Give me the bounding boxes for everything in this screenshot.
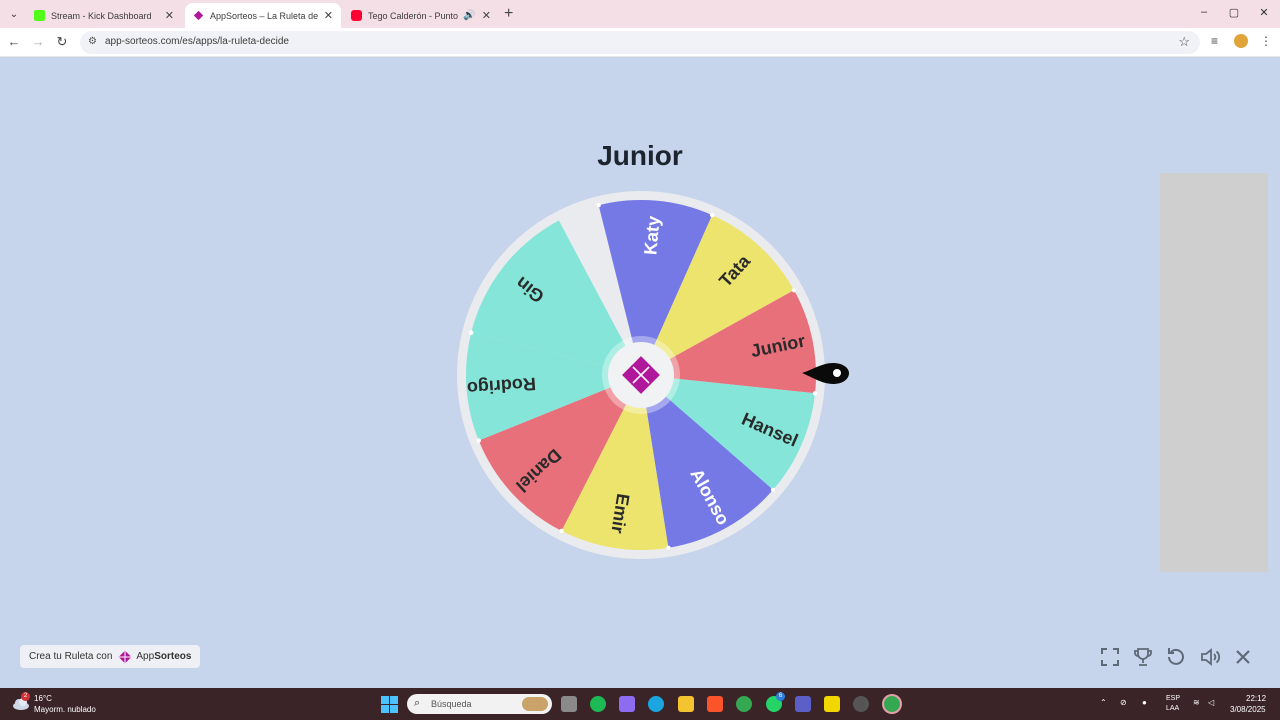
menu-dots-icon[interactable]: ⋮ bbox=[1260, 34, 1272, 48]
copilot-icon[interactable] bbox=[619, 696, 635, 712]
tab-close-icon[interactable]: ✕ bbox=[165, 9, 174, 22]
winner-name: Junior bbox=[597, 140, 683, 171]
chrome-active-icon[interactable] bbox=[884, 696, 900, 712]
wheel-peg bbox=[468, 330, 474, 335]
speaker-icon[interactable]: ◁ bbox=[1208, 698, 1214, 707]
clock-time[interactable]: 22:12 bbox=[1246, 694, 1266, 703]
wheel-pointer-dot bbox=[833, 369, 841, 377]
url-text[interactable]: app-sorteos.com/es/apps/la-ruleta-decide bbox=[105, 36, 289, 47]
search-placeholder: Búsqueda bbox=[431, 699, 472, 709]
chrome-icon[interactable] bbox=[736, 696, 752, 712]
maximize-button[interactable]: ▢ bbox=[1224, 6, 1244, 19]
network-off-icon[interactable]: ⊘ bbox=[1120, 698, 1127, 707]
wheel-peg bbox=[476, 438, 481, 443]
search-highlight-image bbox=[522, 697, 548, 711]
wheel-peg bbox=[559, 528, 564, 534]
create-wheel-promo[interactable]: Crea tu Ruleta con AppSorteos bbox=[20, 645, 201, 668]
wheel-peg bbox=[596, 202, 601, 208]
tab-title: Tego Calderón - Punto y Ap bbox=[368, 10, 459, 21]
windows-start-icon[interactable] bbox=[381, 696, 398, 713]
promo-brand: AppSorteos bbox=[136, 651, 192, 662]
tab-kick-dashboard[interactable]: Stream - Kick Dashboard ✕ bbox=[26, 3, 182, 28]
tab-search-dropdown-icon[interactable]: ⌄ bbox=[6, 6, 22, 22]
tab-title: AppSorteos – La Ruleta de la Su bbox=[210, 10, 318, 21]
task-view-icon[interactable] bbox=[561, 696, 577, 712]
brave-icon[interactable] bbox=[707, 696, 723, 712]
taskbar-search[interactable]: ⌕ Búsqueda bbox=[407, 694, 552, 714]
search-icon: ⌕ bbox=[414, 697, 421, 709]
edge-icon[interactable] bbox=[648, 696, 664, 712]
tab-strip: ⌄ Stream - Kick Dashboard ✕ AppSorteos –… bbox=[0, 0, 1280, 28]
windows-taskbar: 2 16°C Mayorm. nublado ⌕ Búsqueda 6 ⌃ ⊘ … bbox=[0, 688, 1280, 720]
wheel-peg bbox=[791, 287, 797, 293]
youtube-favicon-icon bbox=[351, 10, 362, 21]
tab-youtube-tego[interactable]: Tego Calderón - Punto y Ap 🔊 ✕ bbox=[343, 3, 499, 28]
spotify-icon[interactable] bbox=[590, 696, 606, 712]
wheel-peg bbox=[666, 545, 671, 551]
kick-favicon-icon bbox=[34, 10, 45, 21]
reload-icon[interactable]: ↻ bbox=[53, 33, 71, 51]
restart-icon[interactable] bbox=[1164, 645, 1188, 669]
fullscreen-icon[interactable] bbox=[1098, 645, 1122, 669]
volume-icon[interactable] bbox=[1198, 645, 1222, 669]
weather-notification-badge: 2 bbox=[21, 692, 30, 701]
trophy-icon[interactable] bbox=[1131, 645, 1155, 669]
close-window-button[interactable]: ✕ bbox=[1254, 6, 1274, 19]
wheel-peg bbox=[770, 487, 776, 493]
address-bar[interactable]: ⚙ app-sorteos.com/es/apps/la-ruleta-deci… bbox=[80, 31, 1200, 54]
wheel-graphic[interactable]: KatyTataJuniorHanselAlonsoEmirDanielRodr… bbox=[456, 190, 849, 560]
keyboard-layout[interactable]: LAA bbox=[1166, 705, 1179, 712]
language-indicator[interactable]: ESP bbox=[1166, 695, 1180, 702]
sticky-notes-icon[interactable] bbox=[824, 696, 840, 712]
browser-toolbar: ← → ↻ ⚙ app-sorteos.com/es/apps/la-rulet… bbox=[0, 28, 1280, 57]
teams-icon[interactable] bbox=[795, 696, 811, 712]
new-tab-button[interactable]: + bbox=[504, 5, 513, 23]
tab-close-icon[interactable]: ✕ bbox=[482, 9, 491, 22]
back-arrow-icon[interactable]: ← bbox=[5, 33, 23, 51]
clock-date[interactable]: 3/08/2025 bbox=[1230, 705, 1266, 714]
forward-arrow-icon[interactable]: → bbox=[29, 33, 47, 51]
wheel-peg bbox=[709, 212, 715, 218]
close-icon[interactable] bbox=[1231, 645, 1255, 669]
profile-avatar[interactable] bbox=[1234, 34, 1248, 48]
bookmark-star-icon[interactable]: ☆ bbox=[1178, 34, 1190, 50]
site-info-icon[interactable]: ⚙ bbox=[88, 36, 97, 47]
weather-temperature[interactable]: 16°C bbox=[34, 694, 52, 703]
appsorteos-logo-icon bbox=[119, 650, 132, 663]
tab-close-icon[interactable]: ✕ bbox=[324, 9, 333, 22]
whatsapp-badge: 6 bbox=[776, 692, 785, 701]
media-control-icon[interactable]: ≡ bbox=[1211, 34, 1218, 48]
microphone-icon[interactable]: ● bbox=[1142, 698, 1147, 707]
obs-icon[interactable] bbox=[853, 696, 869, 712]
wheel-segment-label: Katy bbox=[640, 215, 663, 256]
ad-placeholder bbox=[1160, 173, 1268, 572]
file-explorer-icon[interactable] bbox=[678, 696, 694, 712]
tab-appsorteos[interactable]: AppSorteos – La Ruleta de la Su ✕ bbox=[185, 3, 341, 28]
roulette-wheel[interactable]: Katy Tata Junior Hansel Alonso Emir Daniel Rodr… bbox=[456, 190, 849, 560]
weather-description[interactable]: Mayorm. nublado bbox=[34, 705, 96, 714]
wifi-icon[interactable]: ≋ bbox=[1193, 698, 1200, 707]
audio-playing-icon[interactable]: 🔊 bbox=[463, 10, 475, 21]
promo-text: Crea tu Ruleta con bbox=[29, 651, 113, 662]
minimize-button[interactable]: – bbox=[1194, 6, 1214, 18]
tab-title: Stream - Kick Dashboard bbox=[51, 10, 152, 21]
appsorteos-favicon-icon bbox=[193, 10, 204, 21]
whatsapp-icon[interactable]: 6 bbox=[766, 692, 785, 712]
tray-expand-icon[interactable]: ⌃ bbox=[1100, 698, 1107, 707]
wheel-peg bbox=[812, 391, 818, 396]
